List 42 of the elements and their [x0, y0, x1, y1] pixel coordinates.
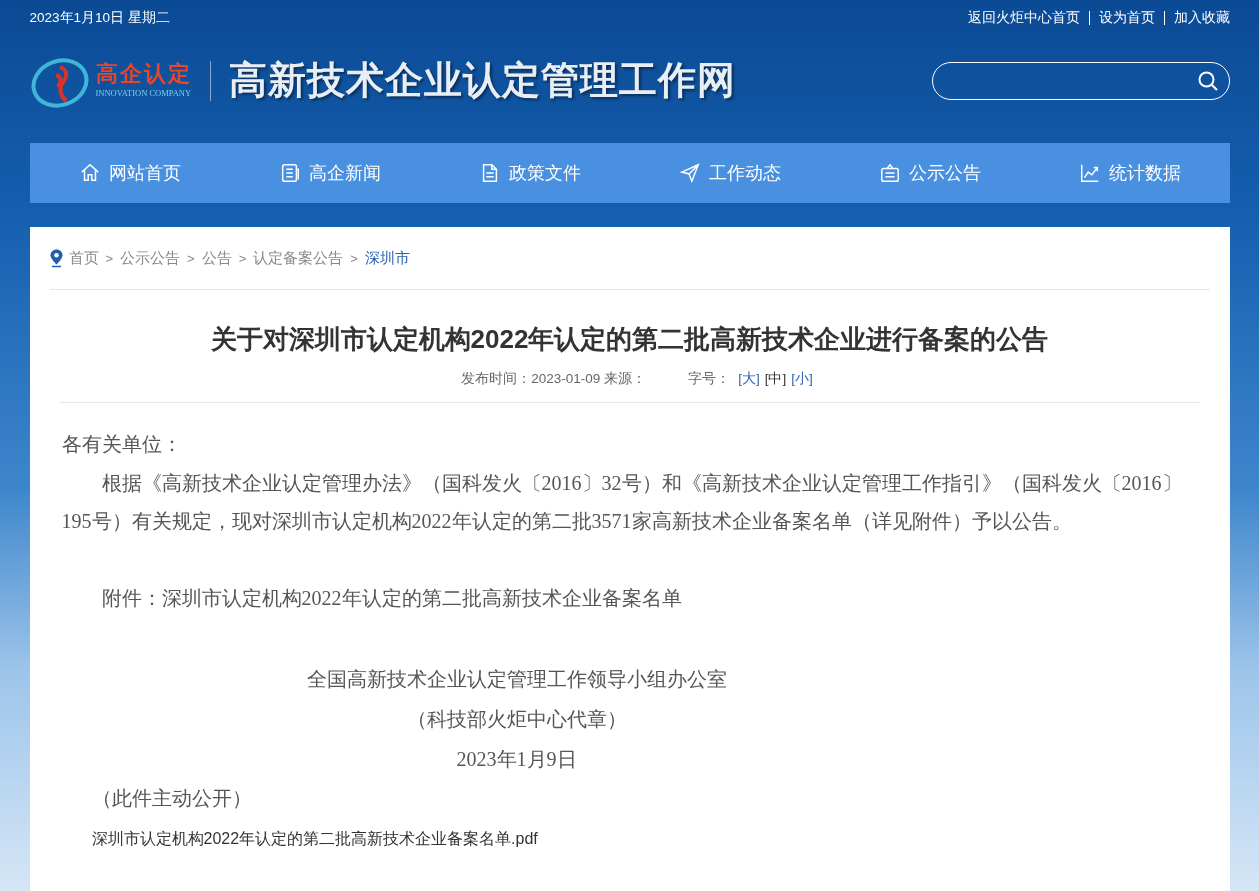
chart-icon — [1078, 162, 1101, 184]
publish-info: 发布时间：2023-01-09 来源： — [461, 370, 647, 388]
salutation-text: 各有关单位： — [61, 432, 183, 457]
nav-link[interactable]: 网站首页 — [29, 143, 230, 203]
breadcrumb-separator: > — [105, 250, 114, 266]
signature-line: （科技部火炬中心代章） — [405, 707, 628, 732]
breadcrumb-separator: > — [350, 250, 358, 266]
logo-text: 高企认定 — [95, 63, 192, 85]
article-title: 关于对深圳市认定机构2022年认定的第二批高新技术企业进行备案的公告 — [209, 323, 1050, 356]
breadcrumb-link[interactable]: 公告 — [201, 248, 232, 268]
attachment-link[interactable]: 深圳市认定机构2022年认定的第二批高新技术企业备案名单.pdf — [91, 819, 538, 858]
header-link[interactable]: 返回火炬中心首页 — [967, 9, 1080, 27]
nav-link[interactable]: 工作动态 — [629, 143, 830, 203]
body-paragraph: 根据《高新技术企业认定管理办法》（国科发火〔2016〕32号）和《高新技术企业认定管理工作指引》（国科发火〔2016〕195号）有关规定，现对深圳市认定机构2022年认定的第二批3571家高新技术企业备案名单（详见附件）予以公告。 — [61, 470, 1183, 534]
signature-line: 2023年1月9日 — [455, 747, 578, 772]
nav-link[interactable]: 高企新闻 — [229, 143, 430, 203]
font-size-label: 字号： — [688, 370, 731, 388]
disclosure-note: （此件主动公开） — [91, 786, 253, 811]
nav-link[interactable]: 统计数据 — [1029, 143, 1230, 203]
location-pin-icon — [49, 248, 63, 268]
breadcrumb-link[interactable]: 认定备案公告 — [253, 248, 344, 268]
font-size-link[interactable]: [大] — [738, 370, 760, 388]
signature-line: 全国高新技术企业认定管理工作领导小组办公室 — [305, 667, 728, 692]
nav-link[interactable]: 政策文件 — [429, 143, 630, 203]
breadcrumb-link[interactable]: 深圳市 — [364, 248, 410, 268]
send-icon — [678, 162, 701, 184]
site-title: 高新技术企业认定管理工作网 — [228, 58, 736, 103]
font-size-link[interactable]: [小] — [791, 370, 813, 388]
breadcrumb-separator: > — [238, 250, 247, 266]
body-paragraph: 附件：深圳市认定机构2022年认定的第二批高新技术企业备案名单 — [100, 585, 683, 611]
notice-icon — [878, 162, 901, 184]
nav-link[interactable]: 公示公告 — [829, 143, 1030, 203]
font-size-link[interactable]: [中] — [764, 370, 787, 388]
header-link[interactable]: 加入收藏 — [1173, 9, 1230, 27]
date-text: 2023年1月10日 星期二 — [29, 9, 170, 27]
breadcrumb-link[interactable]: 首页 — [68, 248, 99, 268]
header-link[interactable]: 设为首页 — [1098, 9, 1155, 27]
breadcrumb-separator: > — [187, 250, 195, 266]
logo-subtext: INNOVATION COMPANY — [95, 88, 192, 98]
search-icon[interactable] — [1196, 69, 1219, 92]
home-icon — [78, 162, 101, 184]
breadcrumb-link[interactable]: 公示公告 — [120, 248, 181, 268]
